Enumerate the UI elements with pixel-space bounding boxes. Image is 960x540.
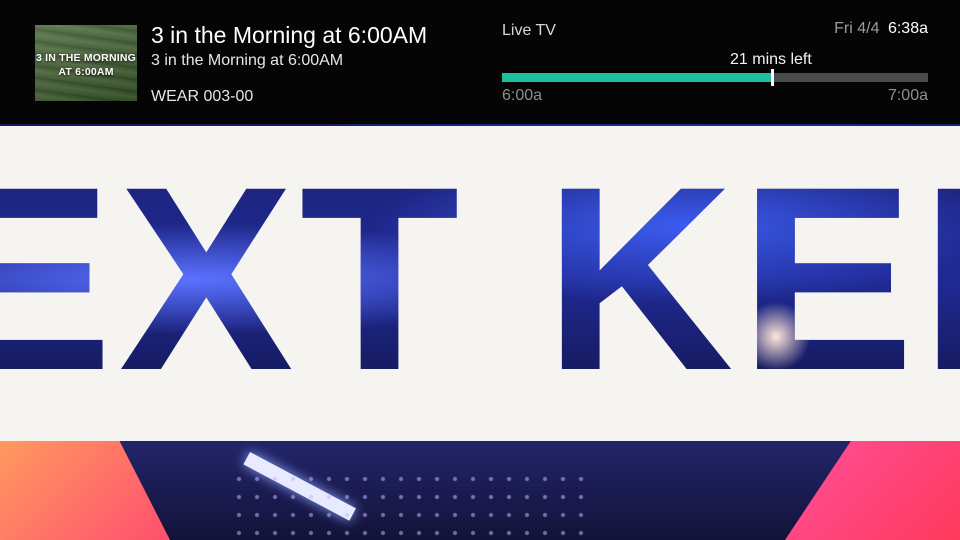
current-datetime: Fri 4/4 6:38a — [834, 20, 928, 38]
thumbnail-text: 3 IN THE MORNING AT 6:00AM — [35, 52, 137, 78]
video-title-graphic: EXT KEL — [0, 126, 960, 441]
program-start-time: 6:00a — [502, 87, 543, 104]
program-subtitle: 3 in the Morning at 6:00AM — [151, 52, 344, 69]
progress-fill — [502, 73, 772, 82]
live-tv-player[interactable]: EXT KEL 3 IN THE MORNING AT 6:00AM 3 in … — [0, 0, 960, 540]
program-title: 3 in the Morning at 6:00AM — [151, 22, 428, 48]
current-date: Fri 4/4 — [834, 20, 880, 37]
playback-progress-bar[interactable] — [502, 69, 928, 86]
channel-label: WEAR 003-00 — [151, 88, 254, 105]
current-time: 6:38a — [887, 20, 928, 37]
stage-lights — [230, 470, 590, 540]
time-remaining: 21 mins left — [730, 51, 812, 68]
video-overlay-text: EXT KEL — [0, 148, 960, 410]
source-label: Live TV — [502, 22, 556, 39]
program-info-overlay: 3 IN THE MORNING AT 6:00AM 3 in the Morn… — [0, 0, 960, 124]
progress-handle[interactable] — [770, 69, 774, 86]
program-thumbnail: 3 IN THE MORNING AT 6:00AM — [35, 25, 137, 101]
program-end-time: 7:00a — [887, 87, 928, 104]
